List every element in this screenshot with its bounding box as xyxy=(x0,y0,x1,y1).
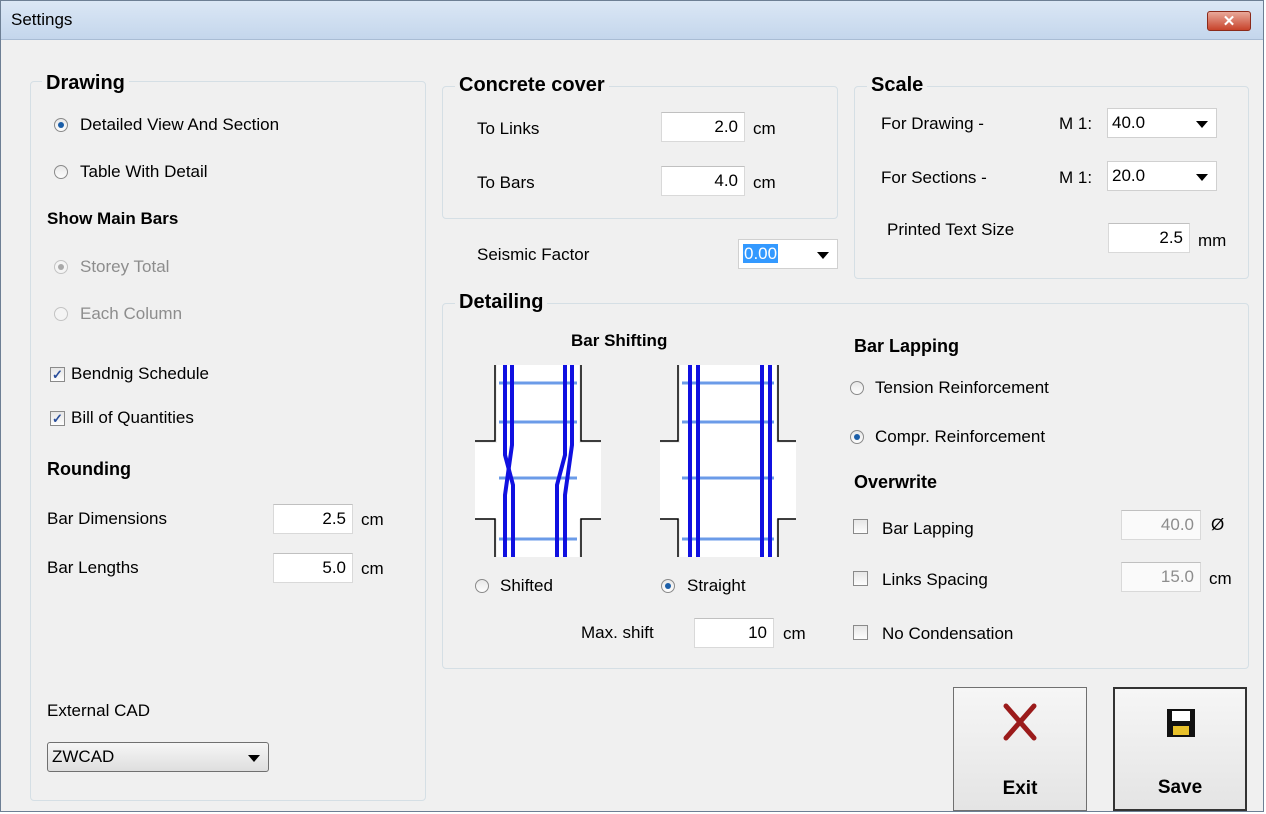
straight-radio[interactable] xyxy=(661,579,675,593)
for-drawing-value: 40.0 xyxy=(1112,113,1146,132)
to-links-label: To Links xyxy=(477,119,540,138)
bar-lapping-heading: Bar Lapping xyxy=(854,336,960,356)
shifted-bars-illustration xyxy=(475,365,601,557)
printed-text-size-unit: mm xyxy=(1198,231,1227,250)
no-condensation-checkbox[interactable] xyxy=(853,625,868,640)
for-sections-label: For Sections - xyxy=(881,168,987,187)
chevron-down-icon xyxy=(817,252,829,259)
ow-links-spacing-checkbox[interactable] xyxy=(853,571,868,586)
settings-window: Settings ✕ Drawing Detailed View And Sec… xyxy=(0,0,1264,812)
title-bar: Settings ✕ xyxy=(1,1,1263,40)
bar-dimensions-unit: cm xyxy=(361,510,384,529)
printed-text-size-label: Printed Text Size xyxy=(887,220,1015,239)
concrete-cover-group xyxy=(442,86,838,219)
for-drawing-prefix: M 1: xyxy=(1059,114,1093,133)
bill-of-quantities-label: Bill of Quantities xyxy=(71,408,194,427)
ow-links-spacing-label: Links Spacing xyxy=(882,570,988,589)
seismic-factor-value: 0.00 xyxy=(743,244,779,263)
bar-shifting-heading: Bar Shifting xyxy=(571,331,668,350)
table-detail-label: Table With Detail xyxy=(80,162,208,181)
for-sections-prefix: M 1: xyxy=(1059,168,1093,187)
ow-bar-lapping-label: Bar Lapping xyxy=(882,519,974,538)
close-button[interactable]: ✕ xyxy=(1207,11,1251,31)
chevron-down-icon xyxy=(1196,121,1208,128)
external-cad-value: ZWCAD xyxy=(52,747,115,766)
ow-bar-lapping-input: 40.0 xyxy=(1121,510,1201,540)
scale-title: Scale xyxy=(867,74,928,96)
to-bars-label: To Bars xyxy=(477,173,535,192)
compr-reinforcement-label: Compr. Reinforcement xyxy=(875,427,1046,446)
save-button[interactable]: Save xyxy=(1113,687,1247,811)
shifted-radio[interactable] xyxy=(475,579,489,593)
floppy-disk-icon xyxy=(1167,709,1195,737)
concrete-cover-title: Concrete cover xyxy=(455,74,609,96)
for-sections-select[interactable]: 20.0 xyxy=(1107,161,1217,191)
for-sections-value: 20.0 xyxy=(1112,166,1146,185)
ow-bar-lapping-unit: Ø xyxy=(1211,515,1225,534)
for-drawing-label: For Drawing - xyxy=(881,114,984,133)
to-bars-input[interactable]: 4.0 xyxy=(661,166,745,196)
tension-reinforcement-label: Tension Reinforcement xyxy=(875,378,1049,397)
detailing-title: Detailing xyxy=(455,291,548,313)
close-icon xyxy=(1003,703,1037,741)
overwrite-heading: Overwrite xyxy=(854,472,938,492)
show-main-bars-heading: Show Main Bars xyxy=(47,209,179,228)
ow-links-spacing-input: 15.0 xyxy=(1121,562,1201,592)
storey-total-radio xyxy=(54,260,68,274)
for-drawing-select[interactable]: 40.0 xyxy=(1107,108,1217,138)
straight-label: Straight xyxy=(687,576,746,595)
external-cad-label: External CAD xyxy=(47,701,150,720)
bar-lengths-input[interactable]: 5.0 xyxy=(273,553,353,583)
compr-reinforcement-radio[interactable] xyxy=(850,430,864,444)
no-condensation-label: No Condensation xyxy=(882,624,1014,643)
to-bars-unit: cm xyxy=(753,173,776,192)
detailed-view-radio[interactable] xyxy=(54,118,68,132)
bending-schedule-checkbox[interactable]: ✓ xyxy=(50,367,65,382)
max-shift-input[interactable]: 10 xyxy=(694,618,774,648)
exit-button[interactable]: Exit xyxy=(953,687,1087,811)
seismic-factor-select[interactable]: 0.00 xyxy=(738,239,838,269)
ow-bar-lapping-checkbox[interactable] xyxy=(853,519,868,534)
bar-dimensions-label: Bar Dimensions xyxy=(47,509,167,528)
to-links-input[interactable]: 2.0 xyxy=(661,112,745,142)
drawing-group xyxy=(30,81,426,801)
max-shift-unit: cm xyxy=(783,624,806,643)
max-shift-label: Max. shift xyxy=(581,623,654,642)
external-cad-select[interactable]: ZWCAD xyxy=(47,742,269,772)
to-links-unit: cm xyxy=(753,119,776,138)
table-detail-radio[interactable] xyxy=(54,165,68,179)
each-column-label: Each Column xyxy=(80,304,183,323)
window-title: Settings xyxy=(11,10,73,29)
printed-text-size-input[interactable]: 2.5 xyxy=(1108,223,1190,253)
shifted-label: Shifted xyxy=(500,576,553,595)
bending-schedule-label: Bendnig Schedule xyxy=(71,364,210,383)
bill-of-quantities-checkbox[interactable]: ✓ xyxy=(50,411,65,426)
tension-reinforcement-radio[interactable] xyxy=(850,381,864,395)
exit-label: Exit xyxy=(1002,778,1038,799)
drawing-title: Drawing xyxy=(42,72,129,94)
save-label: Save xyxy=(1157,777,1203,798)
each-column-radio xyxy=(54,307,68,321)
seismic-factor-label: Seismic Factor xyxy=(477,245,590,264)
ow-links-spacing-unit: cm xyxy=(1209,569,1232,588)
bar-lengths-unit: cm xyxy=(361,559,384,578)
bar-lengths-label: Bar Lengths xyxy=(47,558,139,577)
rounding-heading: Rounding xyxy=(47,459,131,479)
chevron-down-icon xyxy=(248,755,260,762)
storey-total-label: Storey Total xyxy=(80,257,170,276)
chevron-down-icon xyxy=(1196,174,1208,181)
bar-dimensions-input[interactable]: 2.5 xyxy=(273,504,353,534)
straight-bars-illustration xyxy=(660,365,796,557)
detailed-view-label: Detailed View And Section xyxy=(80,115,280,134)
